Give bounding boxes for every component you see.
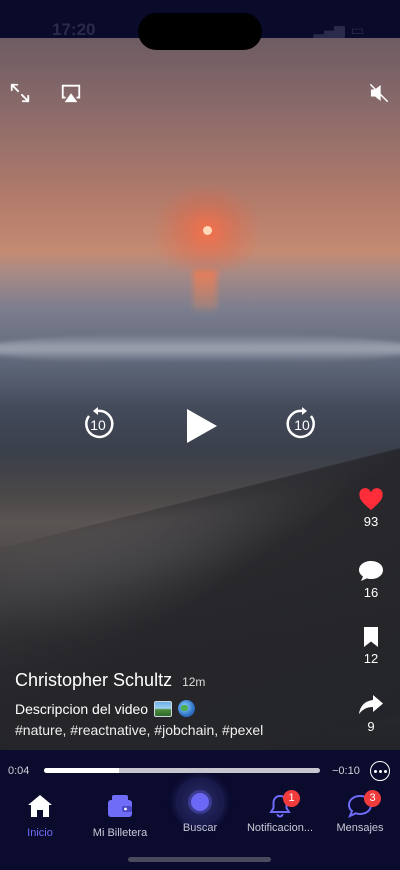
video-frame-reflection	[193, 270, 217, 310]
author-name[interactable]: Christopher Schultz	[15, 670, 172, 691]
rewind-10-icon: 10	[85, 407, 114, 439]
comment-count: 16	[363, 585, 379, 600]
more-dot-icon	[383, 769, 387, 773]
search-orb-icon	[191, 793, 209, 811]
dynamic-island	[138, 13, 262, 50]
like-count: 93	[363, 514, 379, 529]
bookmark-icon	[364, 627, 378, 647]
tab-label-mensajes: Mensajes	[336, 822, 384, 834]
notification-badge: 1	[283, 790, 300, 807]
skip-forward-button[interactable]: 10	[284, 406, 320, 442]
share-button[interactable]: 9	[356, 694, 386, 734]
tab-label-mi-billetera: Mi Billetera	[92, 827, 148, 839]
mute-button[interactable]	[367, 81, 391, 105]
wallet-icon	[108, 795, 132, 817]
tab-label-notificaciones: Notificacion...	[246, 822, 314, 834]
more-options-button[interactable]	[370, 761, 390, 781]
description-text: Descripcion del video	[15, 700, 149, 717]
forward-10-icon: 10	[286, 407, 315, 439]
speaker-muted-icon	[370, 84, 388, 102]
heart-icon	[359, 488, 383, 510]
current-time: 0:04	[8, 765, 30, 777]
battery-icon: ▭	[350, 22, 364, 38]
skip-back-label: 10	[90, 417, 106, 433]
comment-button[interactable]: 16	[356, 560, 386, 600]
tab-inicio[interactable]: Inicio	[20, 794, 60, 839]
status-time: 17:20	[52, 20, 96, 39]
tab-notificaciones[interactable]: 1 Notificacion...	[245, 790, 315, 834]
play-icon	[187, 409, 217, 443]
progress-track[interactable]	[44, 768, 320, 773]
author-row: Christopher Schultz 12m	[15, 670, 205, 691]
airplay-button[interactable]	[59, 81, 83, 105]
play-button[interactable]	[181, 406, 221, 446]
video-frame-sun	[203, 226, 212, 235]
remaining-time: −0:10	[332, 765, 360, 777]
status-icons: ▂▄▆ ▭	[313, 22, 364, 39]
video-description: Descripcion del video	[15, 700, 196, 717]
post-age: 12m	[182, 675, 206, 689]
landscape-emoji-icon	[154, 700, 173, 717]
globe-emoji-icon	[178, 700, 196, 717]
tab-label-inicio: Inicio	[27, 827, 53, 839]
skip-back-button[interactable]: 10	[80, 406, 116, 442]
skip-forward-label: 10	[294, 417, 310, 433]
video-player[interactable]: 10 10 93 16 12 9 Christopher Schultz 12m…	[0, 38, 400, 750]
tab-buscar[interactable]: Buscar	[170, 780, 230, 834]
more-dot-icon	[373, 769, 377, 773]
like-button[interactable]: 93	[356, 488, 386, 529]
progress-fill	[44, 768, 119, 773]
expand-icon	[10, 83, 30, 103]
signal-icon: ▂▄▆	[313, 22, 345, 38]
comment-icon	[359, 561, 383, 581]
video-tags[interactable]: #nature, #reactnative, #jobchain, #pexel	[15, 722, 263, 738]
video-frame-wave	[0, 334, 400, 364]
airplay-icon	[61, 84, 81, 103]
more-dot-icon	[378, 769, 382, 773]
bookmark-count: 12	[363, 651, 379, 666]
fullscreen-button[interactable]	[8, 81, 32, 105]
messages-badge: 3	[364, 790, 381, 807]
tab-mensajes[interactable]: 3 Mensajes	[333, 790, 387, 834]
share-count: 9	[367, 719, 375, 734]
home-indicator	[128, 857, 271, 862]
home-icon	[28, 795, 52, 817]
search-orb-button[interactable]	[178, 780, 222, 824]
share-arrow-icon	[359, 695, 383, 714]
tab-mi-billetera[interactable]: Mi Billetera	[89, 794, 151, 839]
bookmark-button[interactable]: 12	[356, 626, 386, 666]
